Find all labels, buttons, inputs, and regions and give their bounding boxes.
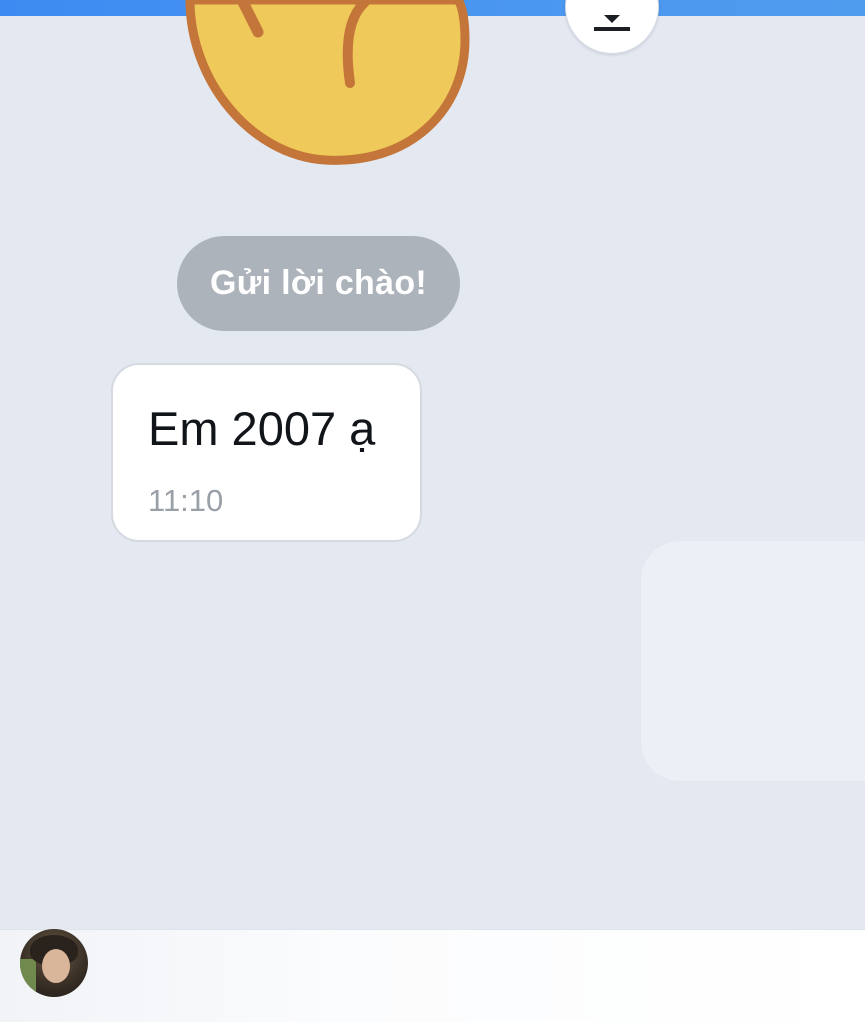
download-icon bbox=[594, 15, 630, 31]
avatar-background bbox=[20, 959, 36, 997]
message-text: Em 2007 ạ bbox=[148, 402, 376, 455]
avatar[interactable] bbox=[20, 929, 88, 997]
bottom-bar bbox=[0, 929, 865, 1022]
message-bubble[interactable]: Em 2007 ạ 11:10 bbox=[111, 363, 422, 542]
avatar-face bbox=[42, 949, 70, 983]
send-greeting-label: Gửi lời chào! bbox=[209, 264, 428, 302]
faded-overlay-shape bbox=[640, 540, 865, 782]
send-greeting-button[interactable]: Gửi lời chào! bbox=[177, 236, 460, 331]
smiley-sticker-icon[interactable] bbox=[150, 0, 490, 180]
download-button[interactable] bbox=[565, 0, 659, 54]
message-timestamp: 11:10 bbox=[148, 483, 224, 518]
